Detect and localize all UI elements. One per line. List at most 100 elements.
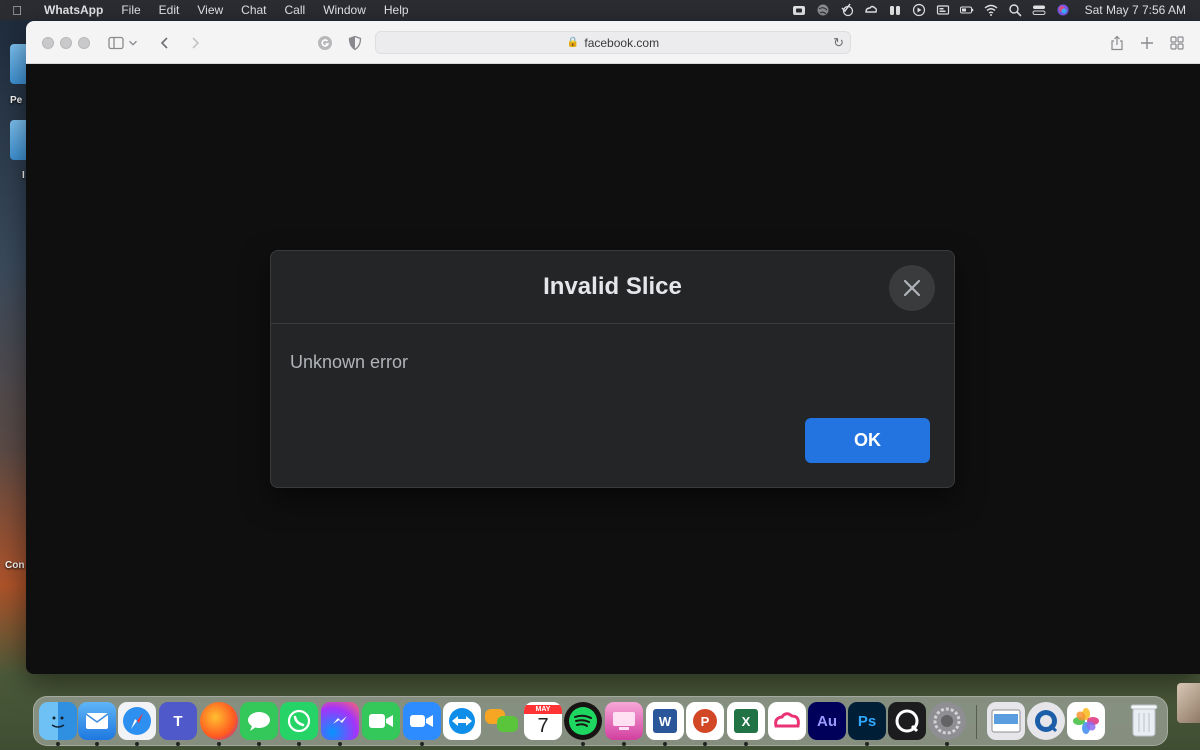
menu-help[interactable]: Help — [375, 3, 418, 17]
excel-letter: X — [734, 709, 758, 733]
video-status-icon[interactable] — [787, 0, 811, 20]
running-indicator — [703, 742, 707, 746]
dialog-message: Unknown error — [290, 352, 409, 372]
menu-call[interactable]: Call — [276, 3, 315, 17]
binoculars-status-icon[interactable] — [883, 0, 907, 20]
running-indicator — [217, 742, 221, 746]
menu-file[interactable]: File — [112, 3, 149, 17]
page-content: Invalid Slice Unknown error OK — [26, 64, 1200, 674]
quicktime-icon[interactable] — [888, 702, 926, 740]
calendar-icon[interactable]: MAY 7 — [524, 702, 562, 740]
sidebar-toggle-icon[interactable] — [105, 32, 127, 54]
avatar — [1177, 683, 1200, 723]
menu-view[interactable]: View — [188, 3, 232, 17]
spotify-icon[interactable] — [564, 702, 602, 740]
adobe-photoshop-icon[interactable]: Ps — [848, 702, 886, 740]
microsoft-excel-icon[interactable]: X — [727, 702, 765, 740]
facetime-icon[interactable] — [362, 702, 400, 740]
chevron-down-icon[interactable] — [126, 32, 140, 54]
running-indicator — [622, 742, 626, 746]
dock-separator — [976, 705, 977, 739]
tab-overview-icon[interactable] — [1166, 32, 1188, 54]
browser-toolbar: 🔒 facebook.com ↻ — [26, 21, 1200, 64]
messenger-icon[interactable] — [321, 702, 359, 740]
mail-icon[interactable] — [78, 702, 116, 740]
grammarly-extension-icon[interactable] — [314, 32, 336, 54]
chat-bubbles-icon[interactable] — [483, 702, 521, 740]
menu-window[interactable]: Window — [314, 3, 375, 17]
spotlight-search-icon[interactable] — [1003, 0, 1027, 20]
microsoft-teams-icon[interactable]: T — [159, 702, 197, 740]
desktop-folder-label: I — [22, 170, 25, 181]
dock: T MAY 7 W P X Au Ps — [33, 696, 1168, 746]
dialog-close-button[interactable] — [889, 265, 935, 311]
cleanmymac-icon[interactable] — [605, 702, 643, 740]
photoshop-letters: Ps — [857, 712, 877, 730]
zoom-icon[interactable] — [403, 702, 441, 740]
microsoft-powerpoint-icon[interactable]: P — [686, 702, 724, 740]
running-indicator — [297, 742, 301, 746]
dialog-title: Invalid Slice — [543, 273, 682, 300]
address-url: facebook.com — [584, 35, 660, 50]
running-indicator — [257, 742, 261, 746]
privacy-shield-icon[interactable] — [344, 32, 366, 54]
siri-icon[interactable] — [1051, 0, 1075, 20]
whatsapp-icon[interactable] — [280, 702, 318, 740]
finder-icon[interactable] — [39, 702, 77, 740]
microsoft-word-icon[interactable]: W — [646, 702, 684, 740]
battery-status-icon[interactable] — [955, 0, 979, 20]
running-indicator — [945, 742, 949, 746]
apple-menu-icon[interactable]:  — [0, 3, 34, 18]
desktop-folder-label: Con — [5, 560, 25, 571]
menu-bar-clock[interactable]: Sat May 7 7:56 AM — [1075, 3, 1200, 17]
running-indicator — [420, 742, 424, 746]
address-bar[interactable]: 🔒 facebook.com ↻ — [375, 31, 851, 54]
browser-window: 🔒 facebook.com ↻ Invalid Slice Unknown e… — [26, 21, 1200, 674]
messages-icon[interactable] — [240, 702, 278, 740]
display-status-icon[interactable] — [931, 0, 955, 20]
lock-icon: 🔒 — [566, 37, 580, 48]
calendar-month: MAY — [524, 704, 562, 714]
calendar-day: 7 — [537, 714, 549, 737]
adobe-audition-icon[interactable]: Au — [808, 702, 846, 740]
running-indicator — [176, 742, 180, 746]
firefox-icon[interactable] — [200, 702, 238, 740]
checkmark-status-icon[interactable] — [835, 0, 859, 20]
share-icon[interactable] — [1106, 32, 1128, 54]
back-arrow-icon[interactable] — [154, 32, 176, 54]
desktop-folder-label: Pe — [10, 95, 23, 106]
photos-icon[interactable] — [1067, 702, 1105, 740]
menu-edit[interactable]: Edit — [150, 3, 189, 17]
ok-button[interactable]: OK — [805, 418, 930, 463]
menu-app-name[interactable]: WhatsApp — [34, 3, 112, 17]
control-center-icon[interactable] — [1027, 0, 1051, 20]
close-window-button[interactable] — [42, 37, 54, 49]
minimize-window-button[interactable] — [60, 37, 72, 49]
globe-status-icon[interactable] — [811, 0, 835, 20]
zoom-window-button[interactable] — [78, 37, 90, 49]
word-letter: W — [653, 709, 677, 733]
error-dialog: Invalid Slice Unknown error OK — [270, 250, 955, 488]
creative-cloud-icon[interactable] — [768, 702, 806, 740]
running-indicator — [865, 742, 869, 746]
preview-window-icon[interactable] — [987, 702, 1025, 740]
trash-icon[interactable] — [1125, 702, 1163, 740]
teamviewer-icon[interactable] — [443, 702, 481, 740]
powerpoint-letter: P — [693, 709, 717, 733]
wifi-status-icon[interactable] — [979, 0, 1003, 20]
creative-cloud-status-icon[interactable] — [859, 0, 883, 20]
running-indicator — [744, 742, 748, 746]
play-status-icon[interactable] — [907, 0, 931, 20]
running-indicator — [95, 742, 99, 746]
menu-chat[interactable]: Chat — [232, 3, 275, 17]
running-indicator — [581, 742, 585, 746]
close-icon — [903, 279, 921, 297]
safari-icon[interactable] — [118, 702, 156, 740]
forward-arrow-icon[interactable] — [184, 32, 206, 54]
new-tab-plus-icon[interactable] — [1136, 32, 1158, 54]
dialog-header: Invalid Slice — [271, 251, 954, 324]
reload-icon[interactable]: ↻ — [833, 35, 844, 51]
system-preferences-icon[interactable] — [928, 702, 966, 740]
quicktime-player-icon[interactable] — [1027, 702, 1065, 740]
running-indicator — [338, 742, 342, 746]
